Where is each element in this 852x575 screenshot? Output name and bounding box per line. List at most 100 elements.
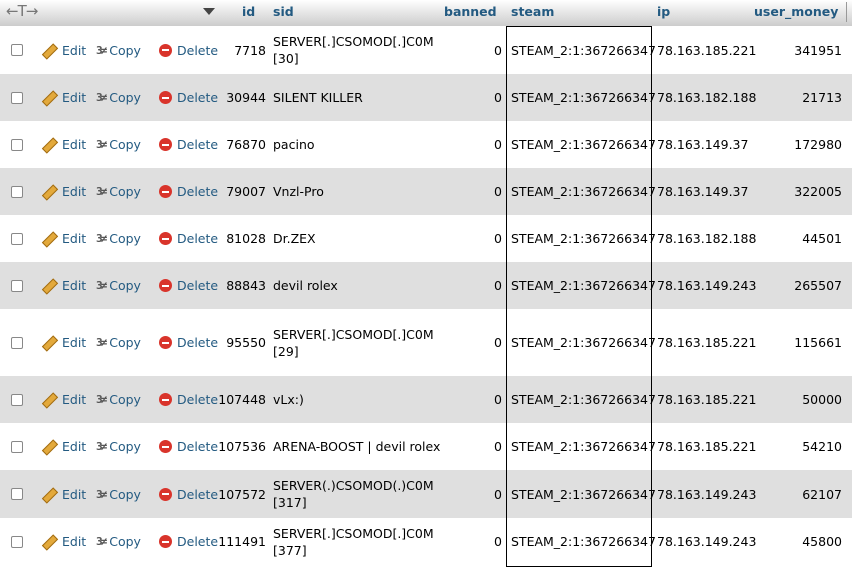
cell-user-money[interactable]: 265507 bbox=[760, 262, 842, 309]
cell-steam[interactable]: STEAM_2:1:367266347 bbox=[511, 376, 656, 423]
cell-user-money[interactable]: 50000 bbox=[760, 376, 842, 423]
row-checkbox[interactable] bbox=[11, 488, 23, 500]
edit-link[interactable]: Edit bbox=[41, 470, 86, 518]
cell-user-money[interactable]: 54210 bbox=[760, 423, 842, 470]
cell-sid[interactable]: pacino bbox=[273, 121, 448, 168]
cell-sid[interactable]: Dr.ZEX bbox=[273, 215, 448, 262]
column-header-sid[interactable]: sid bbox=[273, 4, 294, 19]
cell-banned[interactable]: 0 bbox=[450, 74, 502, 121]
cell-sid[interactable]: ARENA-BOOST | devil rolex bbox=[273, 423, 448, 470]
sort-dropdown-icon[interactable] bbox=[203, 8, 215, 15]
cell-id[interactable]: 30944 bbox=[210, 74, 266, 121]
cell-ip[interactable]: 78.163.185.221 bbox=[657, 309, 756, 376]
cell-id[interactable]: 111491 bbox=[210, 518, 266, 565]
cell-steam[interactable]: STEAM_2:1:367266347 bbox=[511, 470, 656, 518]
cell-user-money[interactable]: 21713 bbox=[760, 74, 842, 121]
cell-steam[interactable]: STEAM_2:1:367266347 bbox=[511, 168, 656, 215]
column-header-banned[interactable]: banned bbox=[444, 4, 497, 19]
cell-id[interactable]: 107448 bbox=[210, 376, 266, 423]
cell-user-money[interactable]: 62107 bbox=[760, 470, 842, 518]
row-checkbox[interactable] bbox=[11, 185, 23, 198]
cell-banned[interactable]: 0 bbox=[450, 262, 502, 309]
row-checkbox[interactable] bbox=[11, 535, 23, 548]
cell-ip[interactable]: 78.163.185.221 bbox=[657, 26, 756, 74]
cell-banned[interactable]: 0 bbox=[450, 215, 502, 262]
cell-id[interactable]: 76870 bbox=[210, 121, 266, 168]
column-move-arrows-icon[interactable]: ←T→ bbox=[6, 2, 38, 20]
column-header-user-money[interactable]: user_money bbox=[754, 4, 838, 19]
copy-link[interactable]: 3≠ Copy bbox=[96, 423, 141, 470]
copy-link[interactable]: 3≠ Copy bbox=[96, 121, 141, 168]
cell-id[interactable]: 88843 bbox=[210, 262, 266, 309]
column-resize-handle[interactable] bbox=[846, 2, 852, 22]
copy-link[interactable]: 3≠ Copy bbox=[96, 215, 141, 262]
row-checkbox[interactable] bbox=[11, 138, 23, 151]
cell-banned[interactable]: 0 bbox=[450, 26, 502, 74]
cell-steam[interactable]: STEAM_2:1:367266347 bbox=[511, 262, 656, 309]
cell-banned[interactable]: 0 bbox=[450, 423, 502, 470]
cell-ip[interactable]: 78.163.149.243 bbox=[657, 518, 756, 565]
row-checkbox[interactable] bbox=[11, 279, 23, 292]
cell-ip[interactable]: 78.163.182.188 bbox=[657, 74, 756, 121]
edit-link[interactable]: Edit bbox=[41, 121, 86, 168]
cell-banned[interactable]: 0 bbox=[450, 309, 502, 376]
cell-id[interactable]: 81028 bbox=[210, 215, 266, 262]
cell-sid[interactable]: Vnzl-Pro bbox=[273, 168, 448, 215]
cell-user-money[interactable]: 341951 bbox=[760, 26, 842, 74]
edit-link[interactable]: Edit bbox=[41, 74, 86, 121]
cell-steam[interactable]: STEAM_2:1:367266347 bbox=[511, 423, 656, 470]
cell-user-money[interactable]: 45800 bbox=[760, 518, 842, 565]
row-checkbox[interactable] bbox=[11, 232, 23, 245]
cell-steam[interactable]: STEAM_2:1:367266347 bbox=[511, 518, 656, 565]
cell-id[interactable]: 107536 bbox=[210, 423, 266, 470]
column-header-ip[interactable]: ip bbox=[657, 4, 670, 19]
row-checkbox[interactable] bbox=[11, 91, 23, 104]
copy-link[interactable]: 3≠ Copy bbox=[96, 262, 141, 309]
cell-id[interactable]: 79007 bbox=[210, 168, 266, 215]
cell-user-money[interactable]: 322005 bbox=[760, 168, 842, 215]
copy-link[interactable]: 3≠ Copy bbox=[96, 168, 141, 215]
row-checkbox[interactable] bbox=[11, 336, 23, 349]
copy-link[interactable]: 3≠ Copy bbox=[96, 74, 141, 121]
copy-link[interactable]: 3≠ Copy bbox=[96, 309, 141, 376]
row-checkbox[interactable] bbox=[11, 393, 23, 406]
cell-user-money[interactable]: 115661 bbox=[760, 309, 842, 376]
cell-ip[interactable]: 78.163.185.221 bbox=[657, 376, 756, 423]
cell-ip[interactable]: 78.163.149.37 bbox=[657, 168, 748, 215]
edit-link[interactable]: Edit bbox=[41, 215, 86, 262]
cell-sid[interactable]: devil rolex bbox=[273, 262, 448, 309]
edit-link[interactable]: Edit bbox=[41, 376, 86, 423]
cell-ip[interactable]: 78.163.182.188 bbox=[657, 215, 756, 262]
cell-id[interactable]: 95550 bbox=[210, 309, 266, 376]
column-header-steam[interactable]: steam bbox=[511, 4, 554, 19]
cell-steam[interactable]: STEAM_2:1:367266347 bbox=[511, 121, 656, 168]
cell-banned[interactable]: 0 bbox=[450, 121, 502, 168]
cell-sid[interactable]: SERVER[.]CSOMOD[.]C0M [29] bbox=[273, 309, 448, 376]
copy-link[interactable]: 3≠ Copy bbox=[96, 518, 141, 565]
cell-ip[interactable]: 78.163.149.243 bbox=[657, 470, 756, 518]
cell-sid[interactable]: SERVER[.]CSOMOD[.]C0M [377] bbox=[273, 518, 448, 565]
cell-steam[interactable]: STEAM_2:1:367266347 bbox=[511, 74, 656, 121]
edit-link[interactable]: Edit bbox=[41, 262, 86, 309]
row-checkbox[interactable] bbox=[11, 44, 23, 56]
cell-steam[interactable]: STEAM_2:1:367266347 bbox=[511, 215, 656, 262]
cell-ip[interactable]: 78.163.149.37 bbox=[657, 121, 748, 168]
edit-link[interactable]: Edit bbox=[41, 168, 86, 215]
cell-banned[interactable]: 0 bbox=[450, 168, 502, 215]
row-checkbox[interactable] bbox=[11, 440, 23, 453]
copy-link[interactable]: 3≠ Copy bbox=[96, 470, 141, 518]
cell-steam[interactable]: STEAM_2:1:367266347 bbox=[511, 309, 656, 376]
cell-ip[interactable]: 78.163.149.243 bbox=[657, 262, 756, 309]
cell-sid[interactable]: vLx:) bbox=[273, 376, 448, 423]
copy-link[interactable]: 3≠ Copy bbox=[96, 26, 141, 74]
edit-link[interactable]: Edit bbox=[41, 26, 86, 74]
cell-ip[interactable]: 78.163.185.221 bbox=[657, 423, 756, 470]
cell-banned[interactable]: 0 bbox=[450, 470, 502, 518]
cell-id[interactable]: 107572 bbox=[210, 470, 266, 518]
cell-sid[interactable]: SERVER[.]CSOMOD[.]C0M [30] bbox=[273, 26, 448, 74]
cell-sid[interactable]: SILENT KILLER bbox=[273, 74, 448, 121]
edit-link[interactable]: Edit bbox=[41, 423, 86, 470]
cell-user-money[interactable]: 44501 bbox=[760, 215, 842, 262]
cell-banned[interactable]: 0 bbox=[450, 376, 502, 423]
column-header-id[interactable]: id bbox=[242, 4, 255, 19]
